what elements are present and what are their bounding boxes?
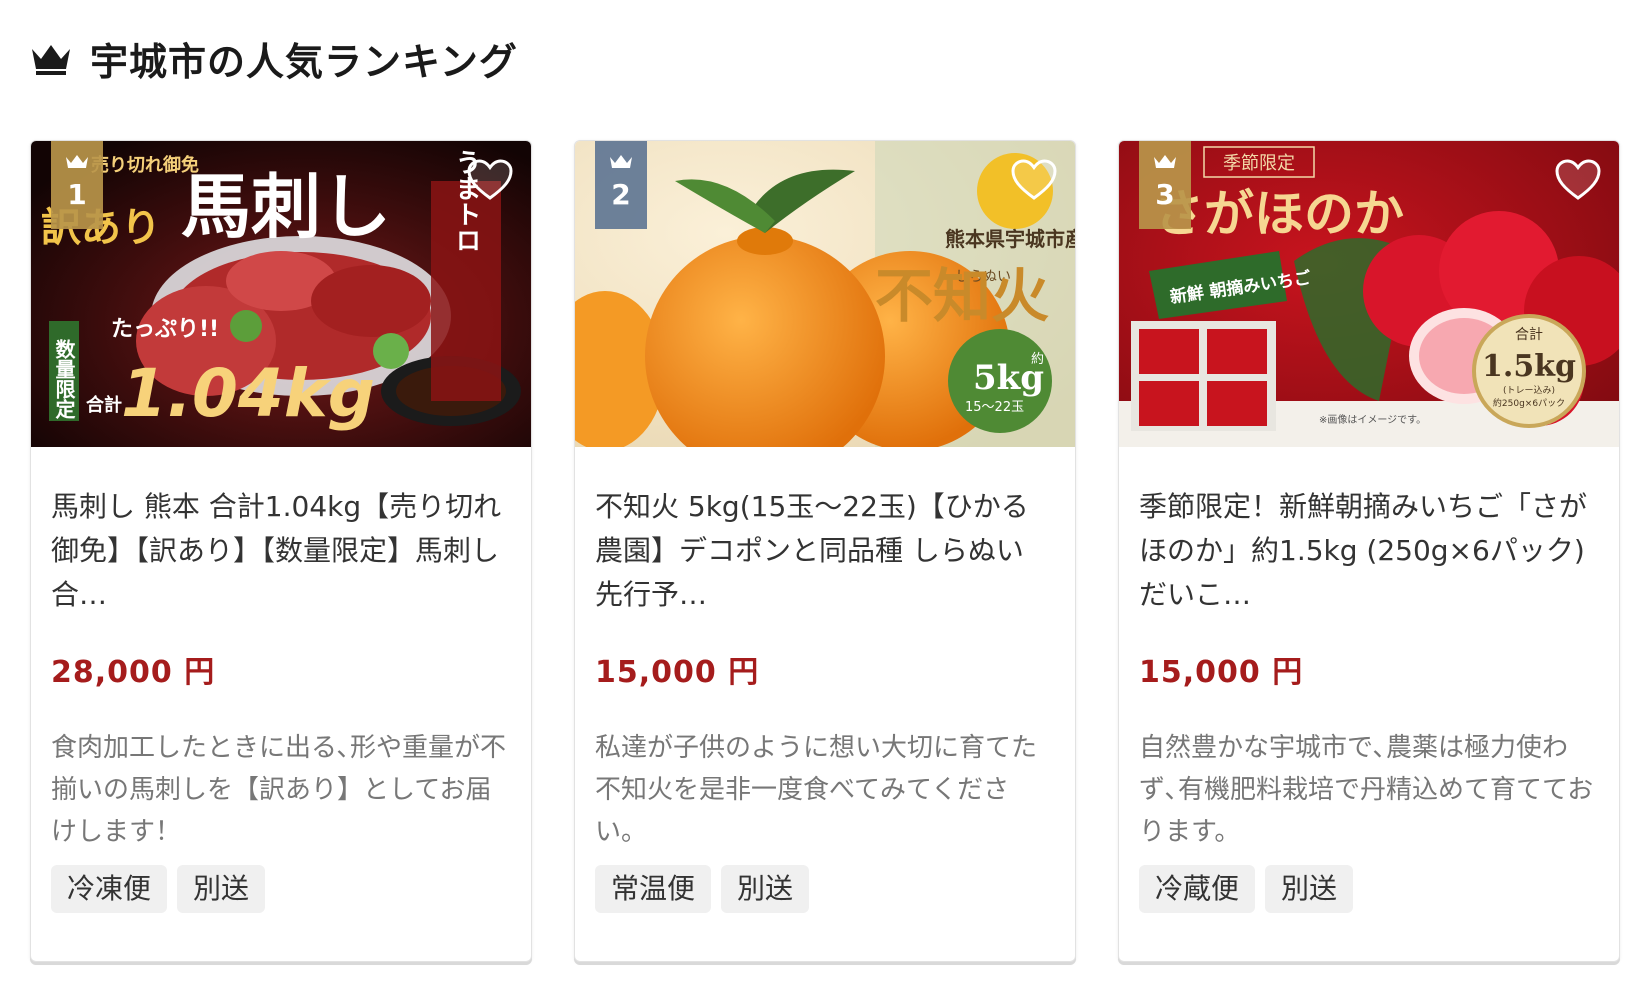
- image-headline: 不知火: [875, 262, 1049, 330]
- product-price: 28,000 円: [51, 655, 216, 690]
- delivery-tag: 別送: [177, 865, 266, 913]
- image-total-label: 合計: [86, 394, 122, 416]
- image-headline: 馬刺し: [181, 165, 391, 248]
- rank-number: 1: [67, 178, 87, 211]
- tag-list: 冷凍便 別送: [51, 865, 511, 913]
- product-description: 私達が子供のように想い大切に育てた不知火を是非一度食べてみてください。: [595, 733, 1038, 847]
- product-image-basashi[interactable]: うまトロ 馬刺し 訳あり 売り切れ御免 数量限定 たっぷり!! 合計 1.04k…: [31, 141, 531, 447]
- favorite-button[interactable]: [463, 153, 517, 207]
- image-weight: 1.5kg: [1482, 349, 1576, 384]
- shiranui-image: 熊本県宇城市産 しらぬい 不知火 5kg 約 15～22玉: [575, 141, 1076, 447]
- product-title[interactable]: 季節限定！新鮮朝摘みいちご「さがほのか」約1.5kg (250g×6パック)だい…: [1139, 485, 1599, 617]
- ranking-card-1[interactable]: うまトロ 馬刺し 訳あり 売り切れ御免 数量限定 たっぷり!! 合計 1.04k…: [30, 140, 532, 962]
- image-weight: 1.04kg: [121, 355, 375, 432]
- product-image-sagahonoka[interactable]: 季節限定 さがほのか 新鮮 朝摘みいちご 合計 1.5kg (トレー込み) 約2…: [1119, 141, 1619, 447]
- image-pack-note: 約250g×6パック: [1493, 397, 1565, 409]
- image-disclaimer: ※画像はイメージです。: [1319, 414, 1426, 426]
- crown-icon: [610, 155, 632, 168]
- tag-list: 常温便 別送: [595, 865, 1055, 913]
- delivery-tag: 別送: [721, 865, 810, 913]
- section-title: 宇城市の人気ランキング: [90, 39, 518, 84]
- basashi-image: うまトロ 馬刺し 訳あり 売り切れ御免 数量限定 たっぷり!! 合計 1.04k…: [31, 141, 531, 447]
- favorite-button[interactable]: [1551, 153, 1605, 207]
- rank-badge: 3: [1139, 141, 1191, 229]
- product-description: 食肉加工したときに出る､形や重量が不揃いの馬刺しを【訳あり】としてお届けします！: [51, 733, 507, 847]
- card-body: 不知火 5kg(15玉～22玉)【ひかる農園】デコポンと同品種 しらぬい 先行予…: [575, 447, 1075, 913]
- image-total-label: 合計: [1515, 327, 1543, 343]
- card-body: 季節限定！新鮮朝摘みいちご「さがほのか」約1.5kg (250g×6パック)だい…: [1119, 447, 1619, 913]
- image-headline: さがほのか: [1154, 184, 1404, 243]
- image-count: 15～22玉: [965, 400, 1024, 415]
- product-image-shiranui[interactable]: 熊本県宇城市産 しらぬい 不知火 5kg 約 15～22玉 2: [575, 141, 1076, 447]
- image-limited: 数量限定: [52, 338, 76, 420]
- product-description: 自然豊かな宇城市で､農薬は極力使わず､有機肥料栽培で丹精込めて育てております。: [1139, 733, 1594, 847]
- image-weight-note: (トレー込み): [1503, 385, 1555, 396]
- rank-number: 3: [1155, 178, 1175, 211]
- tag-list: 冷蔵便 別送: [1139, 865, 1599, 913]
- image-sold-out: 売り切れ御免: [91, 154, 199, 176]
- ranking-cards: うまトロ 馬刺し 訳あり 売り切れ御免 数量限定 たっぷり!! 合計 1.04k…: [30, 140, 1620, 962]
- heart-icon: [1555, 159, 1601, 200]
- crown-icon: [1154, 155, 1176, 168]
- delivery-tag: 別送: [1265, 865, 1354, 913]
- product-price: 15,000 円: [1139, 655, 1304, 690]
- crown-icon: [32, 45, 70, 75]
- favorite-button[interactable]: [1007, 153, 1061, 207]
- shipping-tag: 常温便: [595, 865, 712, 913]
- image-catch: たっぷり!!: [111, 317, 219, 342]
- rank-number: 2: [611, 178, 631, 211]
- heart-icon: [467, 159, 513, 200]
- image-weight-prefix: 約: [1031, 352, 1044, 367]
- product-title[interactable]: 不知火 5kg(15玉～22玉)【ひかる農園】デコポンと同品種 しらぬい 先行予…: [595, 485, 1055, 617]
- product-title[interactable]: 馬刺し 熊本 合計1.04kg【売り切れ御免】【訳あり】【数量限定】馬刺し 合…: [51, 485, 511, 617]
- image-origin: 熊本県宇城市産: [945, 227, 1076, 251]
- ranking-card-3[interactable]: 季節限定 さがほのか 新鮮 朝摘みいちご 合計 1.5kg (トレー込み) 約2…: [1118, 140, 1620, 962]
- product-price: 15,000 円: [595, 655, 760, 690]
- rank-badge: 2: [595, 141, 647, 229]
- shipping-tag: 冷凍便: [51, 865, 168, 913]
- ranking-header: 宇城市の人気ランキング: [30, 30, 518, 86]
- shipping-tag: 冷蔵便: [1139, 865, 1256, 913]
- image-season: 季節限定: [1223, 153, 1295, 174]
- ranking-card-2[interactable]: 熊本県宇城市産 しらぬい 不知火 5kg 約 15～22玉 2 不知火 5kg(…: [574, 140, 1076, 962]
- card-body: 馬刺し 熊本 合計1.04kg【売り切れ御免】【訳あり】【数量限定】馬刺し 合……: [31, 447, 531, 913]
- heart-icon: [1011, 159, 1057, 200]
- rank-badge: 1: [51, 141, 103, 229]
- crown-icon: [66, 155, 88, 168]
- strawberry-image: 季節限定 さがほのか 新鮮 朝摘みいちご 合計 1.5kg (トレー込み) 約2…: [1119, 141, 1619, 447]
